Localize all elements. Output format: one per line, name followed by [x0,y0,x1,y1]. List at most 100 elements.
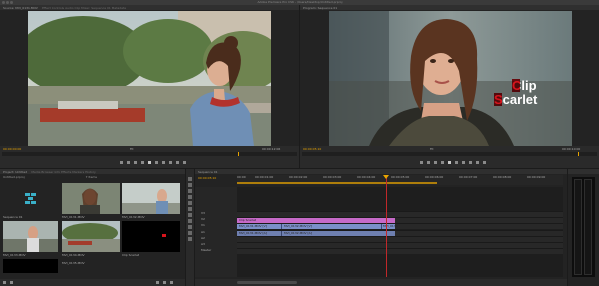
timeline-timecode[interactable]: 00:00:05:10 [198,176,216,180]
track-label-a2[interactable]: A2 [201,236,205,240]
meter-right [584,179,592,275]
prog-step-back-icon[interactable] [441,160,444,164]
prog-mark-in-icon[interactable] [420,160,423,164]
sequence-icon [25,193,36,204]
slip-tool-icon[interactable] [188,213,192,217]
prog-export-frame-icon[interactable] [483,160,486,164]
source-timecode-current[interactable]: 00:00:00:00 [3,147,21,151]
source-viewer[interactable] [28,11,271,146]
program-scrubber[interactable] [302,152,597,156]
track-master[interactable] [237,248,563,254]
prog-go-to-in-icon[interactable] [434,160,437,164]
program-playhead[interactable] [578,152,579,156]
step-forward-icon[interactable] [155,160,158,164]
source-transport [88,159,218,164]
selection-tool-icon[interactable] [188,177,192,181]
timeline-zoom-scroll[interactable] [237,281,297,284]
project-thumb-4[interactable] [62,221,120,252]
tab-project[interactable]: Project: Untitled [0,170,27,174]
project-extra-tabs[interactable]: Media Browser Info Effects Markers Histo… [28,170,95,174]
insert-icon[interactable] [169,160,172,164]
clip-v1-c[interactable]: MVI_0134 [381,224,398,229]
program-viewer[interactable]: Clip Scarlet [329,11,572,146]
track-label-a3[interactable]: A3 [201,242,205,246]
project-thumb-3[interactable] [3,221,58,252]
project-thumb-5[interactable] [122,221,180,252]
program-fit-select[interactable]: Fit [430,147,434,151]
source-monitor-panel: Source: MVI_0131.MOV Effect Controls Aud… [0,5,299,168]
track-label-v3[interactable]: V3 [201,211,205,215]
thumb-label-4: MVI_0134.MOV [62,253,85,257]
prog-step-forward-icon[interactable] [455,160,458,164]
project-thumb-1[interactable] [62,183,120,214]
rolling-edit-tool-icon[interactable] [188,195,192,199]
mark-out-icon[interactable] [127,160,130,164]
project-thumb-sequence[interactable] [3,183,58,214]
tab-source[interactable]: Source: MVI_0131.MOV [0,6,38,10]
slide-tool-icon[interactable] [188,219,192,223]
clip-a1-b[interactable]: MVI_0132.MOV [A] [281,231,395,236]
title-red-accent-1 [512,79,520,92]
new-bin-icon[interactable] [156,280,160,284]
hand-tool-icon[interactable] [188,231,192,235]
track-label-a1[interactable]: A1 [201,230,205,234]
clip-scarlet-label: Clip Scarlet [239,218,257,222]
close-window-icon[interactable] [2,1,5,4]
list-view-icon[interactable] [3,280,6,284]
playhead-handle-icon[interactable] [383,175,389,179]
delete-icon[interactable] [170,280,174,284]
zoom-tool-icon[interactable] [188,237,192,241]
clip-a1-a[interactable]: MVI_0131.MOV [A] [237,231,281,236]
overwrite-icon[interactable] [176,160,179,164]
timeline-ruler[interactable]: 00:00 00:00:01:00 00:00:02:00 00:00:03:0… [237,175,563,185]
source-fit-select[interactable]: Fit [130,147,134,151]
clip-a1-a-label: MVI_0131.MOV [A] [239,231,267,235]
project-thumb-2[interactable] [122,183,180,214]
icon-view-icon[interactable] [10,280,13,284]
zoom-window-icon[interactable] [10,1,13,4]
pen-tool-icon[interactable] [188,225,192,229]
go-to-in-icon[interactable] [134,160,137,164]
step-back-icon[interactable] [141,160,144,164]
track-area[interactable]: Clip Scarlet MVI_0131.MOV [V] MVI_0132.M… [237,175,563,277]
tab-program[interactable]: Program: Sequence 01 [300,6,337,10]
clip-v1-b-label: MVI_0132.MOV [V] [284,224,312,228]
lift-icon[interactable] [469,160,472,164]
source-extra-tabs[interactable]: Effect Controls Audio Clip Mixer: Sequen… [39,6,126,10]
go-to-out-icon[interactable] [162,160,165,164]
razor-tool-icon[interactable] [188,207,192,211]
program-monitor-panel: Program: Sequence 01 Clip Scarlet 00:00:… [300,5,599,168]
new-item-icon[interactable] [163,280,167,284]
ruler-label-7: 00:00:07:00 [459,175,478,179]
export-frame-icon[interactable] [183,160,186,164]
track-label-v1[interactable]: V1 [201,223,205,227]
program-timecode-current[interactable]: 00:00:05:10 [303,147,321,151]
tab-sequence[interactable]: Sequence 01 [195,170,218,174]
minimize-window-icon[interactable] [6,1,9,4]
track-select-tool-icon[interactable] [188,183,192,187]
prog-mark-out-icon[interactable] [427,160,430,164]
prog-go-to-out-icon[interactable] [462,160,465,164]
track-label-master[interactable]: Master [201,248,211,252]
source-playhead[interactable] [238,152,239,156]
source-scrubber[interactable] [2,152,297,156]
work-area-bar[interactable] [237,182,437,184]
project-path-row: Untitled.prproj 7 Items [3,175,183,180]
rate-stretch-tool-icon[interactable] [188,201,192,205]
play-icon[interactable] [148,160,151,164]
thumb-image-4 [62,221,120,252]
clip-scarlet-title[interactable]: Clip Scarlet [237,218,395,223]
project-thumb-6[interactable] [3,259,58,273]
clip-v1-a[interactable]: MVI_0131.MOV [V] [237,224,281,229]
clip-v1-b[interactable]: MVI_0132.MOV [V] [281,224,381,229]
program-transport [388,159,518,164]
source-monitor-header: Source: MVI_0131.MOV Effect Controls Aud… [0,5,299,10]
extract-icon[interactable] [476,160,479,164]
prog-play-icon[interactable] [448,160,451,164]
audio-meter-panel [568,169,599,286]
ripple-edit-tool-icon[interactable] [188,189,192,193]
timeline-playhead[interactable] [386,175,387,277]
ruler-label-8: 00:00:08:00 [493,175,512,179]
mark-in-icon[interactable] [120,160,123,164]
track-label-v2[interactable]: V2 [201,217,205,221]
